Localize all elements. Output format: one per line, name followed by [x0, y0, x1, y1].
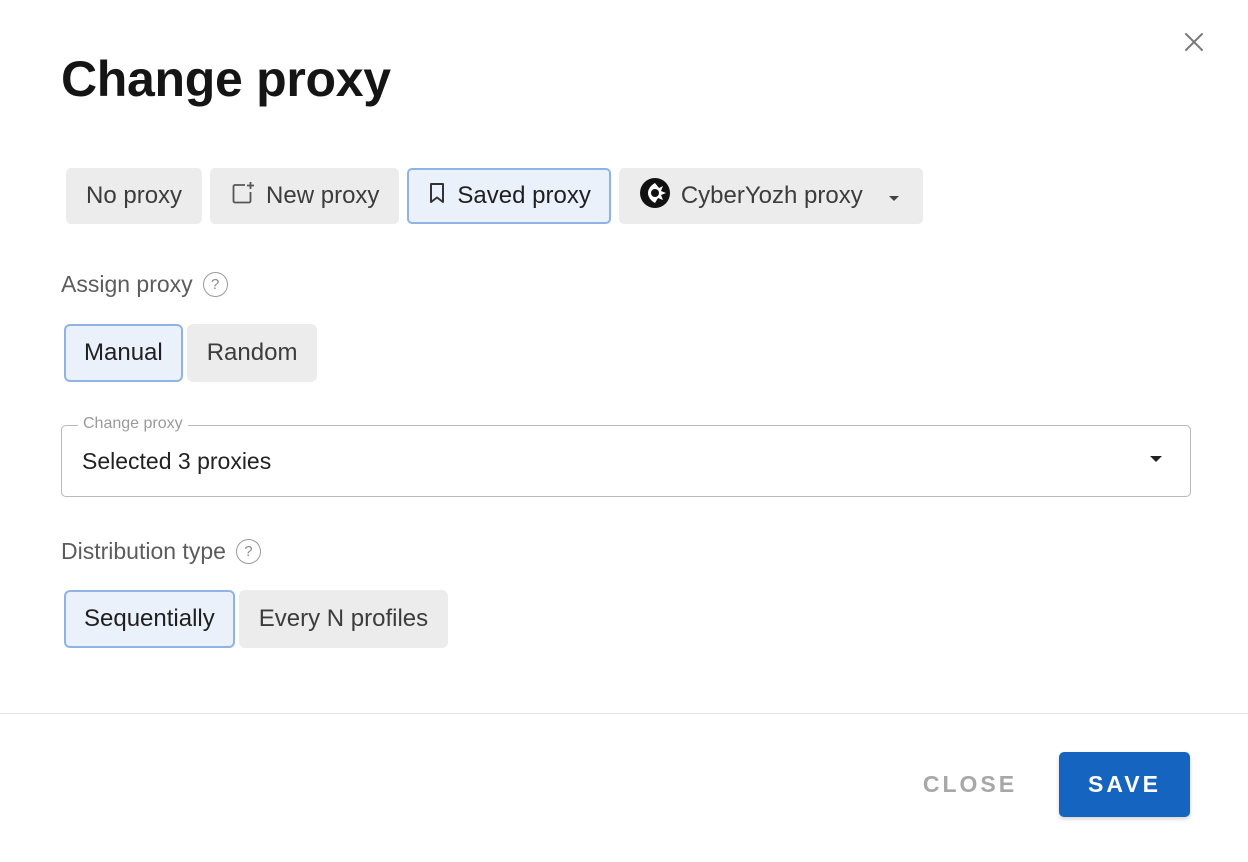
- assign-random-option[interactable]: Random: [186, 324, 318, 382]
- help-icon[interactable]: ?: [202, 272, 228, 297]
- cyberyozh-logo-icon: [639, 177, 671, 216]
- assign-manual-option[interactable]: Manual: [64, 324, 183, 382]
- assign-proxy-label: Assign proxy: [61, 271, 193, 297]
- close-button[interactable]: CLOSE: [910, 762, 1030, 806]
- dropdown-arrow-icon: [1150, 456, 1162, 462]
- tab-no-proxy[interactable]: No proxy: [66, 168, 203, 224]
- assign-proxy-toggle: Manual Random: [64, 324, 318, 382]
- change-proxy-select-legend: Change proxy: [78, 415, 188, 433]
- tab-new-proxy-label: New proxy: [266, 182, 380, 209]
- tab-cyberyozh-proxy-label: CyberYozh proxy: [680, 182, 863, 209]
- chevron-down-icon[interactable]: [887, 182, 901, 210]
- change-proxy-select[interactable]: Change proxy Selected 3 proxies: [61, 415, 1191, 497]
- distribution-sequentially-option[interactable]: Sequentially: [64, 590, 235, 648]
- tab-saved-proxy-label: Saved proxy: [457, 182, 591, 209]
- distribution-type-toggle: Sequentially Every N profiles: [64, 590, 449, 648]
- distribution-type-label: Distribution type: [61, 538, 226, 564]
- change-proxy-select-value: Selected 3 proxies: [82, 448, 272, 474]
- new-proxy-icon: [230, 180, 256, 213]
- bookmark-icon: [427, 181, 447, 212]
- tab-no-proxy-label: No proxy: [86, 182, 183, 209]
- dialog-title: Change proxy: [61, 51, 391, 107]
- distribution-type-label-row: Distribution type ?: [61, 538, 261, 565]
- close-icon[interactable]: [1180, 28, 1208, 56]
- footer-divider: [0, 713, 1248, 714]
- distribution-every-n-option[interactable]: Every N profiles: [238, 590, 449, 648]
- assign-proxy-label-row: Assign proxy ?: [61, 271, 228, 298]
- tab-cyberyozh-proxy[interactable]: CyberYozh proxy: [618, 168, 923, 224]
- save-button[interactable]: SAVE: [1059, 752, 1190, 817]
- help-icon[interactable]: ?: [235, 539, 261, 564]
- proxy-type-tabs: No proxy New proxy Saved proxy CyberYozh…: [61, 163, 943, 229]
- tab-new-proxy[interactable]: New proxy: [210, 168, 400, 224]
- tab-saved-proxy[interactable]: Saved proxy: [407, 168, 611, 224]
